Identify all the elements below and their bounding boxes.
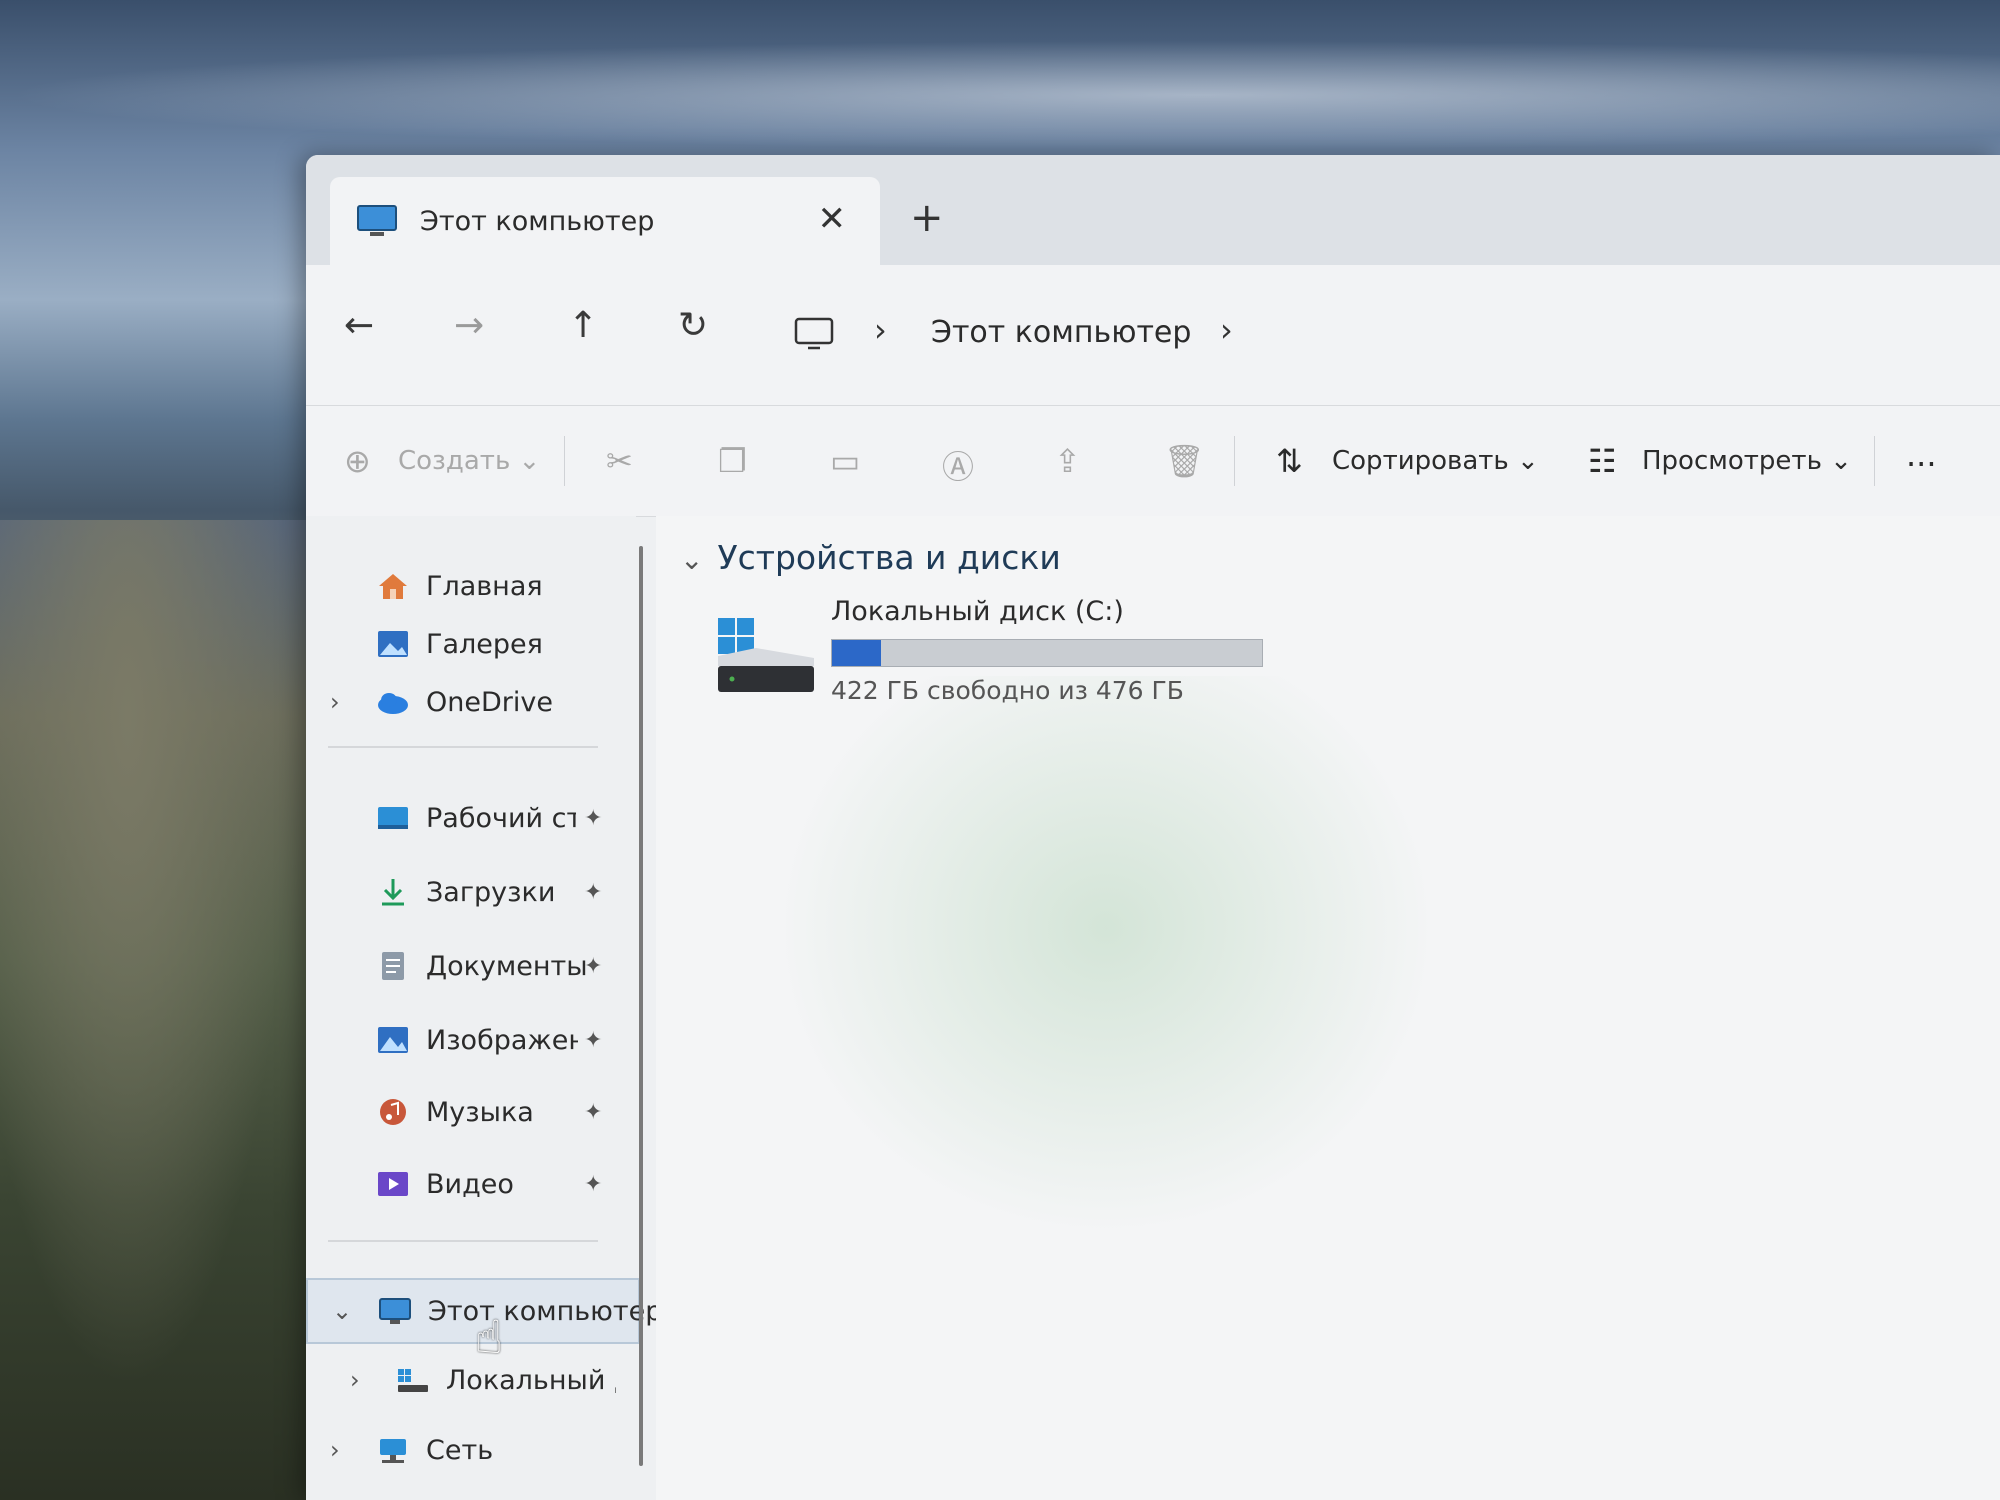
sort-icon: ⇅ xyxy=(1276,442,1303,480)
sidebar-item-label: Музыка xyxy=(426,1096,534,1128)
up-arrow-icon[interactable]: ↑ xyxy=(568,305,598,346)
sidebar-item-label: Локальный ди xyxy=(446,1364,616,1396)
pin-icon[interactable]: ✦ xyxy=(584,806,602,831)
drive-name: Локальный диск (C:) xyxy=(831,596,1124,627)
pin-icon[interactable]: ✦ xyxy=(584,1172,602,1197)
navigation-pane: Главная Галерея › OneDrive Рабочий сто ✦ xyxy=(306,516,662,1500)
tab-bar: Этот компьютер ✕ + xyxy=(306,155,2000,265)
sidebar-item-label: Изображени xyxy=(426,1024,578,1056)
devices-group-header[interactable]: ⌄ Устройства и диски xyxy=(680,538,1061,577)
sidebar-item-label: Главная xyxy=(426,570,543,602)
sidebar-item-pictures[interactable]: Изображени ✦ xyxy=(306,1010,636,1070)
monitor-icon xyxy=(356,204,398,238)
sidebar-item-label: Галерея xyxy=(426,628,543,660)
chevron-down-icon: ⌄ xyxy=(1830,446,1852,476)
local-disk-icon xyxy=(396,1365,430,1395)
collapse-chevron-icon: ⌄ xyxy=(680,543,704,576)
plus-circle-icon: ⊕ xyxy=(344,442,371,480)
wallpaper-clouds xyxy=(0,40,2000,150)
sidebar-item-this-pc[interactable]: ⌄ Этот компьютер xyxy=(306,1278,662,1344)
expand-chevron-icon[interactable]: › xyxy=(330,1436,340,1464)
sidebar-item-label: OneDrive xyxy=(426,686,553,718)
onedrive-cloud-icon xyxy=(376,687,410,717)
toolbar-divider xyxy=(1874,436,1875,486)
drive-usage-fill xyxy=(832,640,881,666)
navigation-bar: ← → ↑ ↻ › Этот компьютер › xyxy=(306,265,2000,405)
expand-chevron-icon[interactable]: › xyxy=(330,688,340,716)
gallery-icon xyxy=(376,629,410,659)
share-icon[interactable]: ⇪ xyxy=(1054,442,1081,480)
toolbar-divider xyxy=(1234,436,1235,486)
music-icon xyxy=(376,1097,410,1127)
breadcrumb-this-pc[interactable]: Этот компьютер xyxy=(931,315,1191,350)
sidebar-scrollbar[interactable] xyxy=(639,546,643,1466)
delete-icon[interactable]: 🗑 xyxy=(1164,442,1205,480)
main-content: ⌄ Устройства и диски Локальный диск (C:) … xyxy=(656,516,2000,1500)
view-button[interactable]: Просмотреть ⌄ xyxy=(1642,446,1852,476)
sidebar-item-music[interactable]: Музыка ✦ xyxy=(306,1082,636,1142)
address-monitor-icon[interactable] xyxy=(794,317,834,351)
copy-icon[interactable]: ❐ xyxy=(718,442,747,480)
pin-icon[interactable]: ✦ xyxy=(584,1100,602,1125)
breadcrumb-chevron-icon[interactable]: › xyxy=(1220,311,1233,349)
video-icon xyxy=(376,1169,410,1199)
wallpaper-landscape xyxy=(0,520,320,1500)
breadcrumb-chevron-icon[interactable]: › xyxy=(874,311,887,349)
sidebar-item-label: Документы xyxy=(426,950,588,982)
expand-chevron-icon[interactable]: › xyxy=(350,1366,360,1394)
pictures-icon xyxy=(376,1025,410,1055)
sidebar-item-local-disk[interactable]: › Локальный ди xyxy=(306,1350,636,1410)
command-bar: ⊕ Создать ⌄ ✂ ❐ ▭ Ⓐ ⇪ 🗑 ⇅ Сортировать ⌄ … xyxy=(306,405,2000,517)
rename-icon[interactable]: Ⓐ xyxy=(942,442,974,488)
download-icon xyxy=(376,877,410,907)
back-arrow-icon[interactable]: ← xyxy=(344,305,374,346)
refresh-icon[interactable]: ↻ xyxy=(678,305,708,346)
sidebar-item-network[interactable]: › Сеть xyxy=(306,1420,636,1480)
sidebar-divider xyxy=(328,746,598,748)
paste-icon[interactable]: ▭ xyxy=(830,442,860,480)
this-pc-icon xyxy=(378,1296,412,1326)
collapse-chevron-icon[interactable]: ⌄ xyxy=(332,1297,352,1325)
home-icon xyxy=(376,571,410,601)
pin-icon[interactable]: ✦ xyxy=(584,880,602,905)
sidebar-item-downloads[interactable]: Загрузки ✦ xyxy=(306,862,636,922)
new-tab-button[interactable]: + xyxy=(910,195,944,241)
sidebar-item-gallery[interactable]: Галерея xyxy=(306,614,636,674)
file-explorer-window: Этот компьютер ✕ + ← → ↑ ↻ › Этот компью… xyxy=(306,155,2000,1500)
sidebar-item-label: Видео xyxy=(426,1168,514,1200)
forward-arrow-icon[interactable]: → xyxy=(454,305,484,346)
sidebar-item-onedrive[interactable]: › OneDrive xyxy=(306,672,636,732)
sidebar-item-label: Этот компьютер xyxy=(428,1295,663,1327)
documents-icon xyxy=(376,951,410,981)
more-options-button[interactable]: ... xyxy=(1906,436,1937,474)
screen-moire-pattern xyxy=(776,676,1436,1236)
desktop-icon xyxy=(376,803,410,833)
chevron-down-icon: ⌄ xyxy=(518,446,541,476)
drive-free-space: 422 ГБ свободно из 476 ГБ xyxy=(831,676,1184,705)
pin-icon[interactable]: ✦ xyxy=(584,1028,602,1053)
tab-this-pc[interactable]: Этот компьютер ✕ xyxy=(330,177,880,265)
cut-icon[interactable]: ✂ xyxy=(606,442,633,480)
view-layout-icon: ☷ xyxy=(1588,442,1617,480)
drive-usage-bar xyxy=(831,639,1263,667)
sidebar-item-video[interactable]: Видео ✦ xyxy=(306,1154,636,1214)
sidebar-item-desktop[interactable]: Рабочий сто ✦ xyxy=(306,788,636,848)
sidebar-item-label: Рабочий сто xyxy=(426,802,576,834)
sidebar-item-home[interactable]: Главная xyxy=(306,556,636,616)
sidebar-divider xyxy=(328,1240,598,1242)
chevron-down-icon: ⌄ xyxy=(1517,446,1539,476)
create-button[interactable]: Создать ⌄ xyxy=(398,446,540,476)
hand-pointer-cursor: ☝ xyxy=(475,1310,504,1364)
sidebar-item-documents[interactable]: Документы ✦ xyxy=(306,936,636,996)
close-tab-icon[interactable]: ✕ xyxy=(818,199,847,239)
local-disk-icon xyxy=(716,616,816,696)
sidebar-item-label: Загрузки xyxy=(426,876,556,908)
network-icon xyxy=(376,1435,410,1465)
toolbar-divider xyxy=(564,436,565,486)
sort-button[interactable]: Сортировать ⌄ xyxy=(1332,446,1539,476)
sidebar-item-label: Сеть xyxy=(426,1434,494,1466)
tab-title: Этот компьютер xyxy=(420,205,655,237)
pin-icon[interactable]: ✦ xyxy=(584,954,602,979)
